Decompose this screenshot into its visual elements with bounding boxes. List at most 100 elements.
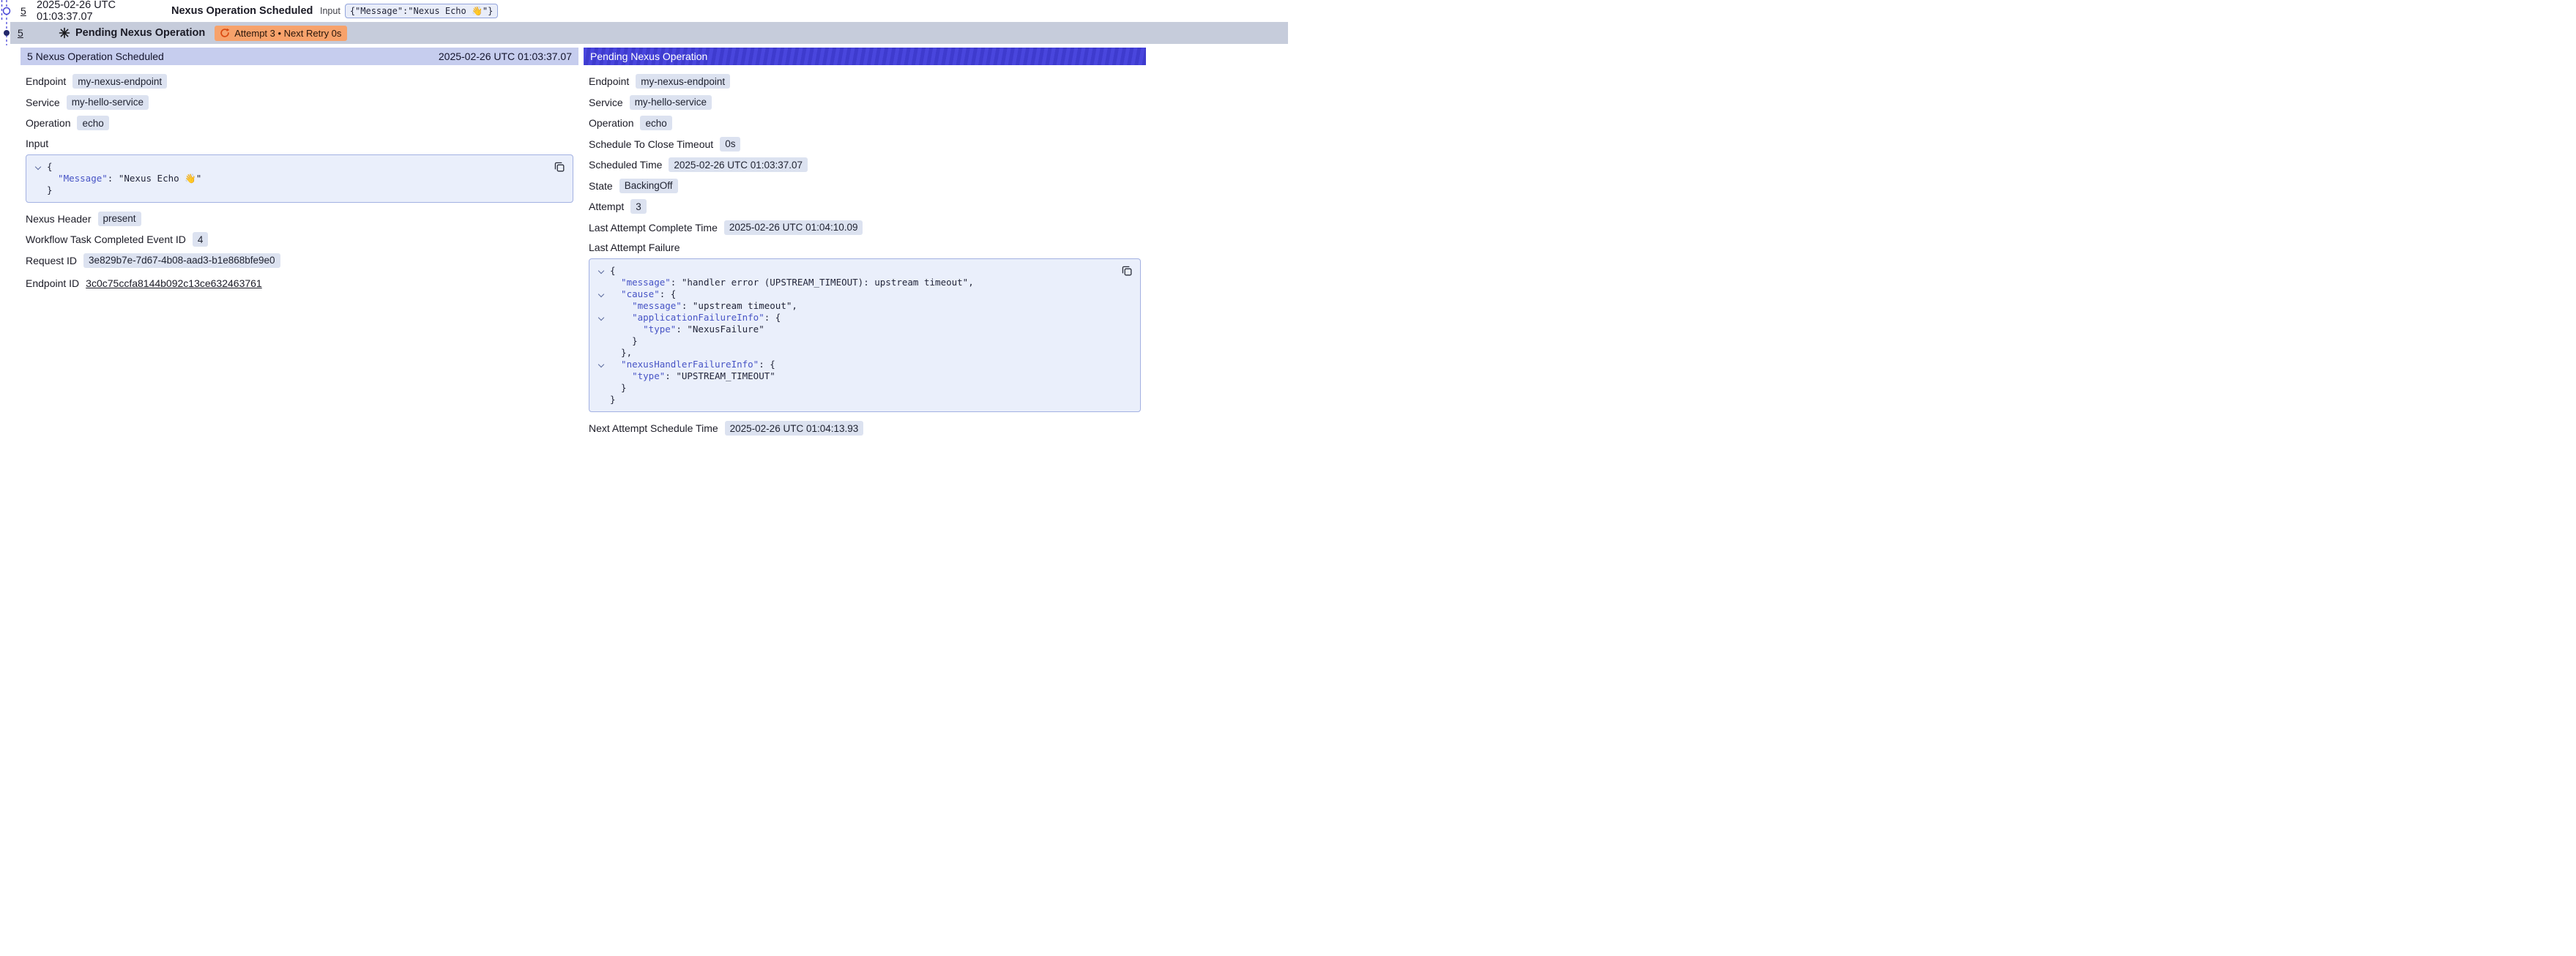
collapse-toggle[interactable] bbox=[592, 359, 610, 370]
code-text: "type": "UPSTREAM_TIMEOUT" bbox=[610, 370, 775, 382]
code-text: "message": "upstream timeout", bbox=[610, 300, 797, 312]
field-value-chip: my-hello-service bbox=[630, 95, 712, 110]
timeline-open-node bbox=[4, 8, 10, 15]
event-row-pending-nexus-operation[interactable]: 5 Pending Nexus Operation Attempt 3 • Ne… bbox=[10, 22, 1288, 44]
code-text: { bbox=[610, 265, 616, 277]
field-value-chip: my-nexus-endpoint bbox=[72, 74, 167, 89]
field-label: Endpoint ID bbox=[26, 277, 79, 289]
scheduled-event-header-title: 5 Nexus Operation Scheduled bbox=[27, 51, 164, 62]
field-value-chip: 2025-02-26 UTC 01:04:13.93 bbox=[725, 421, 864, 436]
code-line: "cause": { bbox=[592, 288, 1111, 300]
event-detail-area: 5 Nexus Operation Scheduled 2025-02-26 U… bbox=[21, 48, 1288, 439]
code-line: "applicationFailureInfo": { bbox=[592, 312, 1111, 324]
field-label: Last Attempt Complete Time bbox=[589, 222, 718, 234]
chevron-down-icon[interactable] bbox=[598, 268, 604, 274]
field-row-endpoint-id: Endpoint ID 3c0c75ccfa8144b092c13ce63246… bbox=[26, 271, 573, 296]
field-row-scheduled-time: Scheduled Time 2025-02-26 UTC 01:03:37.0… bbox=[589, 154, 1141, 176]
scheduled-event-panel: 5 Nexus Operation Scheduled 2025-02-26 U… bbox=[21, 48, 578, 439]
field-value-chip: 0s bbox=[720, 137, 740, 152]
field-label: Endpoint bbox=[26, 75, 66, 87]
chevron-down-icon[interactable] bbox=[598, 362, 604, 367]
copy-icon[interactable] bbox=[552, 160, 567, 174]
code-text: } bbox=[610, 394, 616, 406]
code-line: } bbox=[592, 335, 1111, 347]
pending-operation-body: Endpoint my-nexus-endpoint Service my-he… bbox=[584, 65, 1146, 439]
field-label: Next Attempt Schedule Time bbox=[589, 422, 718, 434]
field-label: Request ID bbox=[26, 255, 77, 266]
code-line: "Message": "Nexus Echo 👋" bbox=[29, 173, 543, 184]
collapse-toggle[interactable] bbox=[592, 288, 610, 300]
code-text: "message": "handler error (UPSTREAM_TIME… bbox=[610, 277, 974, 288]
field-label: Operation bbox=[26, 117, 70, 129]
field-label: Nexus Header bbox=[26, 213, 92, 225]
field-row-service: Service my-hello-service bbox=[26, 92, 573, 113]
field-value-chip: 2025-02-26 UTC 01:04:10.09 bbox=[724, 220, 863, 235]
code-text: "type": "NexusFailure" bbox=[610, 324, 764, 335]
event-history: 5 2025-02-26 UTC 01:03:37.07 Nexus Opera… bbox=[0, 0, 1288, 44]
chevron-spacer bbox=[592, 335, 610, 347]
endpoint-id-link[interactable]: 3c0c75ccfa8144b092c13ce632463761 bbox=[86, 277, 262, 289]
code-text: "nexusHandlerFailureInfo": { bbox=[610, 359, 775, 370]
field-value-chip: 3 bbox=[630, 199, 647, 214]
field-row-workflow-task-completed-event-id: Workflow Task Completed Event ID 4 bbox=[26, 229, 573, 250]
field-row-attempt: Attempt 3 bbox=[589, 196, 1141, 217]
code-text: { bbox=[47, 161, 53, 173]
code-text: } bbox=[610, 382, 627, 394]
chevron-spacer bbox=[592, 370, 610, 382]
event-id-link[interactable]: 5 bbox=[18, 27, 59, 39]
field-label: Operation bbox=[589, 117, 633, 129]
event-title: Pending Nexus Operation bbox=[75, 27, 205, 39]
field-value-chip: echo bbox=[640, 116, 671, 130]
copy-icon[interactable] bbox=[1120, 264, 1134, 278]
failure-json-block: { "message": "handler error (UPSTREAM_TI… bbox=[589, 258, 1141, 412]
field-value-chip: 4 bbox=[193, 232, 209, 247]
code-text: } bbox=[610, 335, 638, 347]
field-label: Service bbox=[589, 97, 623, 108]
scheduled-event-header: 5 Nexus Operation Scheduled 2025-02-26 U… bbox=[21, 48, 578, 65]
retry-attempt-badge: Attempt 3 • Next Retry 0s bbox=[215, 26, 347, 41]
chevron-down-icon[interactable] bbox=[598, 291, 604, 297]
collapse-toggle[interactable] bbox=[29, 161, 47, 173]
code-line: "message": "upstream timeout", bbox=[592, 300, 1111, 312]
field-label: Service bbox=[26, 97, 60, 108]
event-timeline-graph bbox=[0, 0, 13, 51]
input-json-block: { "Message": "Nexus Echo 👋"} bbox=[26, 154, 573, 203]
pending-operation-header-title: Pending Nexus Operation bbox=[590, 51, 707, 62]
timeline-filled-node bbox=[4, 30, 10, 36]
pending-operation-panel: Pending Nexus Operation Endpoint my-nexu… bbox=[584, 48, 1146, 439]
field-row-next-attempt-schedule-time: Next Attempt Schedule Time 2025-02-26 UT… bbox=[589, 418, 1141, 439]
field-value-chip: my-hello-service bbox=[67, 95, 149, 110]
code-line: { bbox=[29, 161, 543, 173]
code-line: "type": "UPSTREAM_TIMEOUT" bbox=[592, 370, 1111, 382]
json-viewer: { "Message": "Nexus Echo 👋"} bbox=[29, 161, 543, 196]
code-text: "Message": "Nexus Echo 👋" bbox=[47, 173, 201, 184]
field-label: Schedule To Close Timeout bbox=[589, 138, 713, 150]
event-row-nexus-operation-scheduled[interactable]: 5 2025-02-26 UTC 01:03:37.07 Nexus Opera… bbox=[10, 0, 1288, 22]
code-line: } bbox=[592, 382, 1111, 394]
chevron-spacer bbox=[592, 324, 610, 335]
field-row-operation: Operation echo bbox=[589, 113, 1141, 134]
pending-operation-header: Pending Nexus Operation bbox=[584, 48, 1146, 65]
field-label: Attempt bbox=[589, 201, 624, 212]
chevron-spacer bbox=[29, 173, 47, 184]
field-row-operation: Operation echo bbox=[26, 113, 573, 134]
field-label: Workflow Task Completed Event ID bbox=[26, 234, 186, 245]
code-line: }, bbox=[592, 347, 1111, 359]
field-row-nexus-header: Nexus Header present bbox=[26, 209, 573, 230]
collapse-toggle[interactable] bbox=[592, 265, 610, 277]
field-row-last-attempt-complete-time: Last Attempt Complete Time 2025-02-26 UT… bbox=[589, 217, 1141, 239]
event-input-label: Input bbox=[320, 6, 340, 16]
chevron-down-icon[interactable] bbox=[598, 315, 604, 321]
event-id-link[interactable]: 5 bbox=[21, 5, 37, 17]
field-value-chip: 3e829b7e-7d67-4b08-aad3-b1e868bfe9e0 bbox=[83, 253, 280, 268]
code-line: "type": "NexusFailure" bbox=[592, 324, 1111, 335]
last-attempt-failure-label: Last Attempt Failure bbox=[589, 238, 1141, 257]
field-value-chip: echo bbox=[77, 116, 108, 130]
input-section-label: Input bbox=[26, 134, 573, 153]
code-line: "nexusHandlerFailureInfo": { bbox=[592, 359, 1111, 370]
collapse-toggle[interactable] bbox=[592, 312, 610, 324]
code-line: } bbox=[592, 394, 1111, 406]
chevron-down-icon[interactable] bbox=[35, 163, 41, 169]
chevron-spacer bbox=[592, 382, 610, 394]
code-text: }, bbox=[610, 347, 632, 359]
